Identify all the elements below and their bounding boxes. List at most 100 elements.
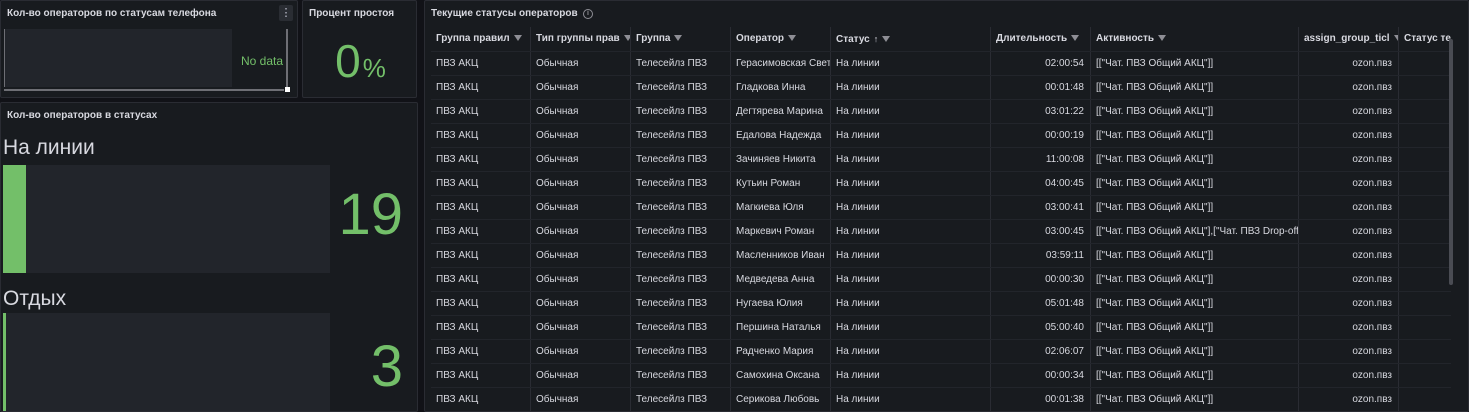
table-cell: [["Чат. ПВЗ Общий АКЦ"]] <box>1091 268 1299 291</box>
table-row[interactable]: ПВЗ АКЦ Обычная Телесейлз ПВЗ Дегтярева Мар… <box>431 99 1451 123</box>
table-cell: На линии <box>831 196 991 219</box>
filter-icon[interactable] <box>513 35 522 42</box>
column-header[interactable]: Статус ↑ <box>831 27 991 51</box>
table-cell: 02:00:54 <box>991 52 1091 75</box>
table-cell: [["Чат. ПВЗ Общий АКЦ"]] <box>1091 52 1299 75</box>
table-cell: Герасимовская Светлана <box>731 52 831 75</box>
table-cell: Телесейлз ПВЗ <box>631 220 731 243</box>
phone-status-chart-area <box>4 29 232 87</box>
table-row[interactable]: ПВЗ АКЦ Обычная Телесейлз ПВЗ Радченко Мари… <box>431 339 1451 363</box>
table-row[interactable]: ПВЗ АКЦ Обычная Телесейлз ПВЗ Магкиева Юля Н… <box>431 195 1451 219</box>
table-cell: 03:00:41 <box>991 196 1091 219</box>
info-circle-icon[interactable]: i <box>583 9 593 19</box>
panel-menu-icon[interactable]: ⋮ <box>279 5 293 21</box>
filter-icon[interactable] <box>1158 35 1167 42</box>
table-cell: Телесейлз ПВЗ <box>631 292 731 315</box>
column-header[interactable]: assign_group_ticl <box>1299 27 1399 51</box>
table-row[interactable]: ПВЗ АКЦ Обычная Телесейлз ПВЗ Першина Натал… <box>431 315 1451 339</box>
filter-icon[interactable] <box>623 35 630 42</box>
table-row[interactable]: ПВЗ АКЦ Обычная Телесейлз ПВЗ Едалова Надеж… <box>431 123 1451 147</box>
filter-icon[interactable] <box>882 36 891 43</box>
idle-percent-number: 0 <box>335 35 361 87</box>
table-row[interactable]: ПВЗ АКЦ Обычная Телесейлз ПВЗ Кутьин Роман Н… <box>431 171 1451 195</box>
table-cell <box>1399 220 1451 243</box>
table-cell: На линии <box>831 220 991 243</box>
table-cell: Обычная <box>531 124 631 147</box>
table-cell <box>1399 196 1451 219</box>
table-cell: 00:00:34 <box>991 364 1091 387</box>
table-cell: Маркевич Роман <box>731 220 831 243</box>
sort-ascending-icon[interactable]: ↑ <box>874 34 879 44</box>
table-cell: ПВЗ АКЦ <box>431 100 531 123</box>
table-row[interactable]: ПВЗ АКЦ Обычная Телесейлз ПВЗ Медведева Анн… <box>431 267 1451 291</box>
table-cell: На линии <box>831 292 991 315</box>
column-header[interactable]: Тип группы прав <box>531 27 631 51</box>
column-header-label: Статус теле <box>1404 33 1451 44</box>
table-cell <box>1399 52 1451 75</box>
table-cell: ozon.пвз <box>1299 340 1399 363</box>
table-cell: ozon.пвз <box>1299 196 1399 219</box>
table-cell: ozon.пвз <box>1299 388 1399 411</box>
table-cell: Магкиева Юля <box>731 196 831 219</box>
resize-handle[interactable] <box>285 87 290 92</box>
table-scrollbar[interactable] <box>1449 39 1453 285</box>
table-cell: 03:00:45 <box>991 220 1091 243</box>
gauge-bar-on-line <box>3 165 330 273</box>
table-cell: ПВЗ АКЦ <box>431 316 531 339</box>
operators-table-panel: Текущие статусы операторов i Группа прав… <box>424 0 1469 412</box>
filter-icon[interactable] <box>1071 35 1080 42</box>
table-cell <box>1399 340 1451 363</box>
table-cell: Зачиняев Никита <box>731 148 831 171</box>
idle-percent-title: Процент простоя <box>309 8 395 19</box>
table-cell <box>1399 364 1451 387</box>
table-row[interactable]: ПВЗ АКЦ Обычная Телесейлз ПВЗ Самохина Окса… <box>431 363 1451 387</box>
table-row[interactable]: ПВЗ АКЦ Обычная Телесейлз ПВЗ Зачиняев Ники… <box>431 147 1451 171</box>
gauge-fill-on-line <box>3 165 26 273</box>
table-cell: Нугаева Юлия <box>731 292 831 315</box>
table-body: ПВЗ АКЦ Обычная Телесейлз ПВЗ Герасимовская… <box>431 51 1451 411</box>
column-header[interactable]: Активность <box>1091 27 1299 51</box>
table-row[interactable]: ПВЗ АКЦ Обычная Телесейлз ПВЗ Нугаева Юлия Н… <box>431 291 1451 315</box>
horizontal-scrollbar[interactable] <box>4 89 284 91</box>
filter-icon[interactable] <box>788 35 797 42</box>
table-cell: Телесейлз ПВЗ <box>631 340 731 363</box>
table-cell: ПВЗ АКЦ <box>431 196 531 219</box>
table-row[interactable]: ПВЗ АКЦ Обычная Телесейлз ПВЗ Маркевич Рома… <box>431 219 1451 243</box>
table-row[interactable]: ПВЗ АКЦ Обычная Телесейлз ПВЗ Герасимовская… <box>431 51 1451 75</box>
table-cell: Обычная <box>531 244 631 267</box>
table-cell <box>1399 124 1451 147</box>
table-cell: Телесейлз ПВЗ <box>631 172 731 195</box>
table-cell <box>1399 148 1451 171</box>
table-cell: [["Чат. ПВЗ Общий АКЦ"]] <box>1091 316 1299 339</box>
table-cell: ozon.пвз <box>1299 172 1399 195</box>
table-cell: 11:00:08 <box>991 148 1091 171</box>
table-cell: Гладкова Инна <box>731 76 831 99</box>
table-cell: Обычная <box>531 340 631 363</box>
table-cell: ПВЗ АКЦ <box>431 220 531 243</box>
table-cell: [["Чат. ПВЗ Общий АКЦ"]] <box>1091 76 1299 99</box>
table-cell: ПВЗ АКЦ <box>431 268 531 291</box>
table-cell: [["Чат. ПВЗ Общий АКЦ"]] <box>1091 148 1299 171</box>
table-cell: Масленников Иван <box>731 244 831 267</box>
table-cell: ПВЗ АКЦ <box>431 388 531 411</box>
column-header[interactable]: Длительность <box>991 27 1091 51</box>
vertical-scrollbar[interactable] <box>286 29 288 89</box>
table-row[interactable]: ПВЗ АКЦ Обычная Телесейлз ПВЗ Масленников И… <box>431 243 1451 267</box>
column-header[interactable]: Группа правил <box>431 27 531 51</box>
status-counts-panel: Кол-во операторов в статусах На линии 19… <box>0 102 418 412</box>
column-header-label: Статус <box>836 34 870 45</box>
column-header[interactable]: Оператор <box>731 27 831 51</box>
table-cell: ozon.пвз <box>1299 244 1399 267</box>
column-header-label: assign_group_ticl <box>1304 33 1390 44</box>
column-header[interactable]: Группа <box>631 27 731 51</box>
column-header-label: Активность <box>1096 33 1155 44</box>
column-header[interactable]: Статус теле <box>1399 27 1451 51</box>
table-cell <box>1399 292 1451 315</box>
filter-icon[interactable] <box>674 35 683 42</box>
table-row[interactable]: ПВЗ АКЦ Обычная Телесейлз ПВЗ Гладкова Инна… <box>431 75 1451 99</box>
table-row[interactable]: ПВЗ АКЦ Обычная Телесейлз ПВЗ Серикова Любо… <box>431 387 1451 411</box>
table-cell: На линии <box>831 148 991 171</box>
table-cell: 00:00:30 <box>991 268 1091 291</box>
table-cell: Обычная <box>531 100 631 123</box>
status-counts-title: Кол-во операторов в статусах <box>7 110 158 121</box>
